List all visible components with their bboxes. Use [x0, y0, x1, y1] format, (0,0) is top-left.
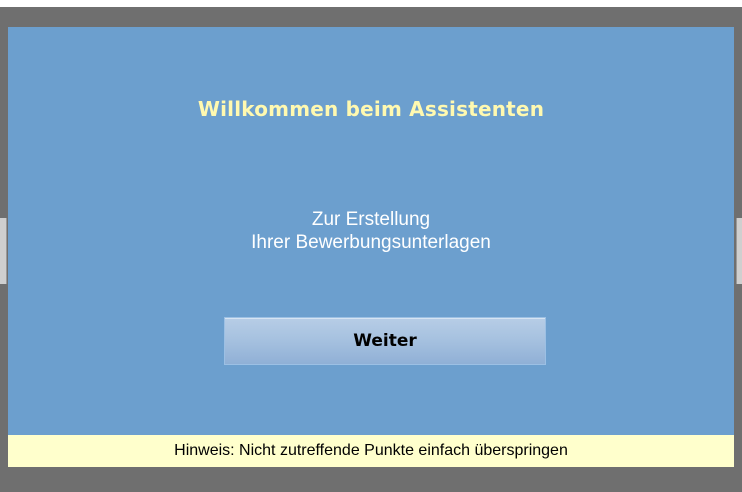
subtitle-line-2: Ihrer Bewerbungsunterlagen — [251, 232, 491, 253]
dialog-subtitle: Zur Erstellung Ihrer Bewerbungsunterlage… — [8, 208, 734, 254]
underlying-window-edge-left — [0, 218, 7, 284]
subtitle-line-1: Zur Erstellung — [311, 209, 431, 230]
underlying-window-edge-right — [736, 218, 742, 284]
next-button[interactable]: Weiter — [224, 317, 546, 365]
welcome-dialog: Willkommen beim Assistenten Zur Erstellu… — [8, 27, 734, 467]
backdrop-top-edge — [0, 0, 742, 10]
dialog-title: Willkommen beim Assistenten — [197, 97, 545, 121]
hint-bar: Hinweis: Nicht zutreffende Punkte einfac… — [8, 435, 734, 467]
